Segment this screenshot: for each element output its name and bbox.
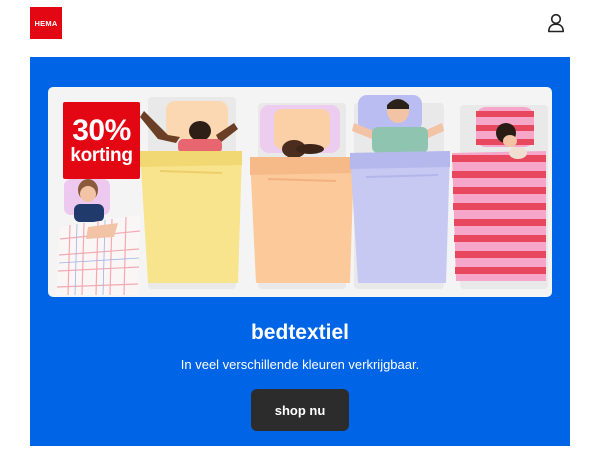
promo-subtitle: In veel verschillende kleuren verkrijgba… <box>180 357 420 372</box>
hema-logo[interactable]: HEMA <box>30 7 62 39</box>
bed-peach-duvet <box>250 103 354 289</box>
bed-lilac-duvet <box>350 95 450 289</box>
promo-section: 30% korting bedtextiel In veel verschill… <box>30 57 570 446</box>
promo-title: bedtextiel <box>250 321 350 344</box>
discount-percent: 30% <box>72 113 131 147</box>
shop-now-button[interactable]: shop nu <box>251 389 349 431</box>
bedding-banner-image[interactable]: 30% korting <box>48 87 552 297</box>
bed-yellow-duvet <box>140 97 242 289</box>
site-header: HEMA <box>0 0 600 56</box>
discount-badge: 30% korting <box>63 102 140 179</box>
discount-label: korting <box>70 144 133 166</box>
user-icon[interactable] <box>546 13 566 33</box>
bed-striped-duvet <box>452 105 548 289</box>
bed-checked-duvet <box>56 179 141 296</box>
